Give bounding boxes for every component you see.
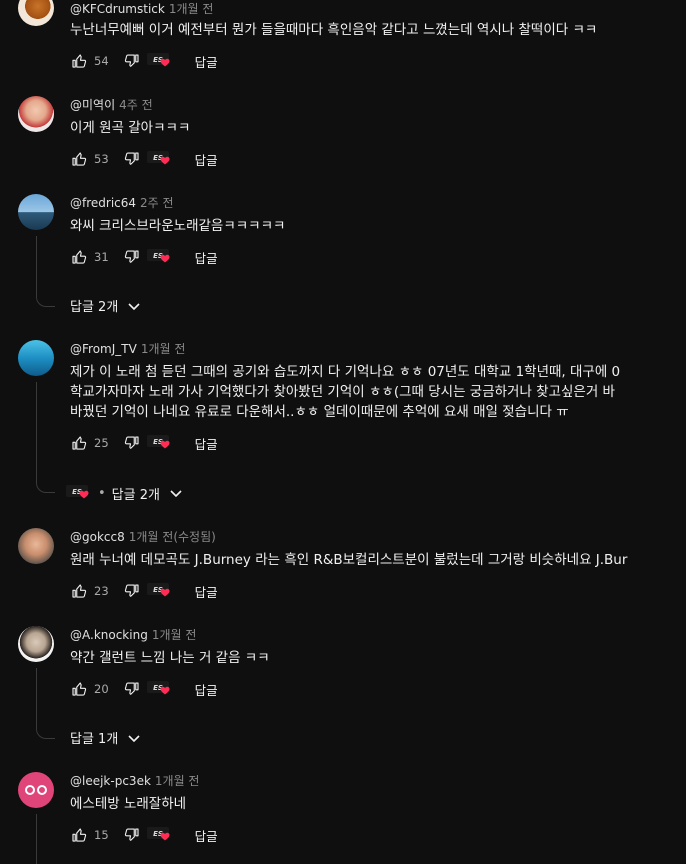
comment-author[interactable]: @gokcc8 (70, 530, 125, 544)
like-count: 23 (94, 584, 109, 598)
thumb-up-icon[interactable] (70, 248, 88, 266)
creator-heart-icon (147, 825, 173, 845)
thread-line (36, 814, 37, 864)
like-count: 53 (94, 152, 109, 166)
avatar[interactable] (18, 772, 54, 808)
avatar[interactable] (18, 0, 54, 26)
thumb-down-icon[interactable] (123, 52, 141, 70)
comment-text: 누난너무예뻐 이거 예전부터 뭔가 들을때마다 흑인음악 같다고 느꼈는데 역시… (70, 22, 598, 38)
comment-text: 약간 갤런트 느낌 나는 거 같음 ㅋㅋ (70, 650, 270, 666)
reply-button[interactable]: 답글 (195, 680, 218, 699)
comment-author[interactable]: @leejk-pc3ek (70, 774, 151, 788)
creator-heart-icon (147, 51, 173, 71)
separator-dot: • (98, 485, 106, 501)
comment-author[interactable]: @fredric64 (70, 196, 136, 210)
thread-curve (36, 478, 55, 493)
replies-count-label: 답글 1개 (70, 732, 119, 747)
avatar[interactable] (18, 194, 54, 230)
comment-text: 이게 원곡 갈아ㅋㅋㅋ (70, 120, 191, 136)
replies-count-label: 답글 2개 (70, 300, 119, 315)
thumb-up-icon[interactable] (70, 680, 88, 698)
reply-button[interactable]: 답글 (195, 52, 218, 71)
creator-heart-icon (147, 679, 173, 699)
comment-time[interactable]: 4주 전 (119, 98, 153, 112)
thumb-down-icon[interactable] (123, 826, 141, 844)
comment-time[interactable]: 1개월 전 (141, 342, 186, 356)
thread-line (36, 668, 37, 724)
like-count: 20 (94, 682, 109, 696)
thread-line (36, 236, 37, 292)
chevron-down-icon (126, 730, 142, 746)
avatar[interactable] (18, 96, 54, 132)
comment-text: 제가 이 노래 첨 듣던 그때의 공기와 습도까지 다 기억나요 ㅎㅎ 07년도… (70, 364, 621, 420)
thumb-up-icon[interactable] (70, 150, 88, 168)
thread-line (36, 382, 37, 478)
show-replies-button[interactable]: • 답글 2개 (66, 483, 184, 503)
chevron-down-icon (126, 298, 142, 314)
like-count: 54 (94, 54, 109, 68)
thumb-down-icon[interactable] (123, 248, 141, 266)
thumb-down-icon[interactable] (123, 434, 141, 452)
comment-time[interactable]: 1개월 전(수정됨) (129, 530, 216, 544)
comment-time[interactable]: 1개월 전 (155, 774, 200, 788)
show-replies-button[interactable]: 답글 2개 (70, 296, 142, 315)
reply-button[interactable]: 답글 (195, 826, 218, 845)
like-count: 15 (94, 828, 109, 842)
reply-button[interactable]: 답글 (195, 150, 218, 169)
comment-time[interactable]: 1개월 전 (169, 2, 214, 16)
thread-curve (36, 724, 55, 739)
comment-author[interactable]: @KFCdrumstick (70, 2, 165, 16)
comment-time[interactable]: 1개월 전 (152, 628, 197, 642)
thumb-down-icon[interactable] (123, 582, 141, 600)
comment-time[interactable]: 2주 전 (140, 196, 174, 210)
avatar[interactable] (18, 528, 54, 564)
comment-text: 와씨 크리스브라운노래같음ㅋㅋㅋㅋㅋ (70, 218, 286, 234)
creator-heart-icon (147, 581, 173, 601)
comment-author[interactable]: @FromJ_TV (70, 342, 137, 356)
like-count: 25 (94, 436, 109, 450)
avatar[interactable] (18, 626, 54, 662)
reply-button[interactable]: 답글 (195, 582, 218, 601)
thumb-down-icon[interactable] (123, 150, 141, 168)
avatar-face-icon (25, 785, 47, 795)
creator-heart-icon (147, 247, 173, 267)
reply-button[interactable]: 답글 (195, 434, 218, 453)
creator-heart-icon (147, 149, 173, 169)
thumb-up-icon[interactable] (70, 52, 88, 70)
thumb-down-icon[interactable] (123, 680, 141, 698)
thumb-up-icon[interactable] (70, 826, 88, 844)
thumb-up-icon[interactable] (70, 434, 88, 452)
like-count: 31 (94, 250, 109, 264)
show-replies-button[interactable]: 답글 1개 (70, 728, 142, 747)
reply-button[interactable]: 답글 (195, 248, 218, 267)
comment-text: 에스테방 노래잘하네 (70, 796, 187, 812)
comment-text: 원래 누너예 데모곡도 J.Burney 라는 흑인 R&B보컬리스트분이 불렀… (70, 552, 628, 568)
comment-author[interactable]: @미역이 (70, 98, 115, 112)
chevron-down-icon (168, 485, 184, 501)
creator-avatar-icon (66, 483, 92, 503)
thread-curve (36, 292, 55, 307)
creator-heart-icon (147, 433, 173, 453)
avatar[interactable] (18, 340, 54, 376)
comment-author[interactable]: @A.knocking (70, 628, 148, 642)
thumb-up-icon[interactable] (70, 582, 88, 600)
replies-count-label: 답글 2개 (111, 487, 160, 503)
